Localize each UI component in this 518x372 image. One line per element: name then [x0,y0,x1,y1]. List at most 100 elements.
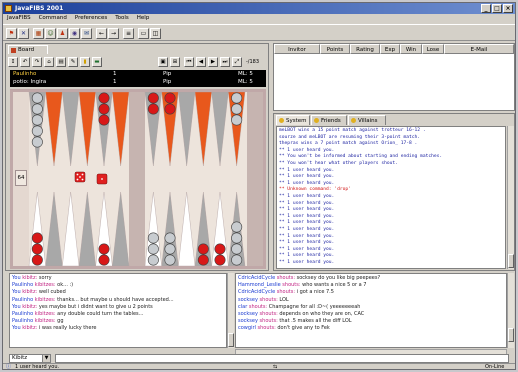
col-invitor[interactable]: Invitor [274,44,320,54]
col-points[interactable]: Points [320,44,350,54]
message-line: ** You won't hear what other players sho… [279,160,398,166]
screenshot-icon[interactable]: ▣ [158,57,168,67]
command-type-value: Kibitz [12,355,28,361]
checker [214,254,226,266]
col-win[interactable]: Win [400,44,422,54]
expand-icon[interactable]: ⤢ [232,57,242,67]
chat-text: that .5 makes all the diff LOL [277,318,352,325]
col-email[interactable]: E-Mail [444,44,514,54]
resign-icon[interactable]: ▬ [92,57,102,67]
message-line: ** 1 user heard you. [279,193,335,199]
close-button[interactable]: × [503,4,513,13]
zoom-icon[interactable]: ⊞ [170,57,180,67]
menu-javafibs[interactable]: JavaFIBS [3,14,35,23]
player2-match-length: ML: 5 [238,79,253,85]
checker [147,243,159,255]
maximize-button[interactable]: □ [492,4,502,13]
note-icon[interactable]: ✎ [68,57,78,67]
prev-move-icon[interactable]: ◀ [196,57,206,67]
menu-tools[interactable]: Tools [111,14,133,23]
connection-state: On-Line [485,364,505,370]
system-message-log[interactable]: meLBOT wins a 15 point match against tro… [276,126,506,269]
chart-icon[interactable]: ▤ [56,57,66,67]
next-move-icon[interactable]: ▶ [208,57,218,67]
arrow-right-icon[interactable]: → [108,28,119,39]
disconnect-icon[interactable]: ✕ [18,28,29,39]
checker [31,243,43,255]
checker [31,232,43,244]
pip-icon[interactable]: ⌂ [44,57,54,67]
flip-board-icon[interactable]: ↕ [8,57,18,67]
chat-action: kibitzes: [33,282,56,289]
chat-icon[interactable]: ✉ [81,28,92,39]
settings-icon[interactable]: ≡ [123,28,134,39]
chat-text: Champagne for all :D~( yeeeeeeeah [267,303,361,310]
player-table-header: Invitor Points Rating Exp Win Lose E-Mai… [274,44,514,54]
chat-name: Paulinho [12,310,34,317]
invite-icon[interactable]: ♟ [57,28,68,39]
message-line: ** 1 user heard you. [279,240,335,246]
chat-action: kibitzes: [33,310,56,317]
shout-chat-log[interactable]: CdricAcidCycle shouts: socksey do you li… [235,273,507,348]
message-line: ** 1 user heard you. [279,253,335,259]
message-line: meLBOT wins a 15 point match against tro… [279,128,426,133]
menu-help[interactable]: Help [133,14,154,23]
message-log-scroll-thumb[interactable] [508,254,514,268]
watch-icon[interactable]: ◉ [69,28,80,39]
die-pip [76,178,79,181]
player1-row: Paulinho 1 Pip ML: 5 [13,70,263,78]
tab-villains[interactable]: Villains [348,115,386,125]
tab-system[interactable]: System [276,115,310,125]
col-exp[interactable]: Exp [380,44,400,54]
minimize-button[interactable]: _ [481,4,491,13]
checker [231,254,243,266]
die-pip [101,178,103,180]
tab-friends-label: Friends [321,118,341,124]
score-area: Paulinho 1 Pip ML: 5 potio: Ingira 1 Pip… [10,70,266,87]
arrow-left-icon[interactable]: ← [96,28,107,39]
connect-icon[interactable]: ⚑ [6,28,17,39]
split-window-icon[interactable]: ◫ [150,28,161,39]
chat-action: shouts: [257,310,278,317]
chat-line: socksey shouts: LOL [238,297,504,304]
col-rating[interactable]: Rating [350,44,380,54]
shout-scroll-thumb[interactable] [508,328,514,342]
system-tab-icon [279,118,284,123]
doubling-cube[interactable]: 64 [15,170,27,186]
chat-line: Paulinho kibitzes: any double could turn… [12,311,224,318]
checker [98,243,110,255]
players-icon[interactable]: ☺ [45,28,56,39]
command-input[interactable] [55,354,509,363]
board-icon[interactable]: ▦ [33,28,44,39]
backgammon-board[interactable]: 64 [10,89,266,269]
window-icon[interactable]: ▭ [138,28,149,39]
message-log-scrollbar[interactable] [507,126,514,269]
last-move-icon[interactable]: ⏭ [220,57,230,67]
redo-icon[interactable]: ↷ [32,57,42,67]
command-type-select[interactable]: Kibitz ▼ [9,354,51,363]
undo-icon[interactable]: ↶ [20,57,30,67]
chevron-down-icon: ▼ [42,355,50,362]
tab-board[interactable]: Board [8,45,48,54]
chat-text: well cubed [37,289,66,296]
tab-friends[interactable]: Friends [311,115,347,125]
kibitz-scrollbar[interactable] [227,273,234,348]
tab-villains-label: Villains [358,118,378,124]
double-icon[interactable]: ▮ [80,57,90,67]
shout-scrollbar[interactable] [507,273,514,348]
checker [231,221,243,233]
kibitz-chat-log[interactable]: You kibitz: sorry Paulinho kibitzes: ok..… [9,273,227,348]
die-pip [81,178,84,181]
checker [164,92,176,104]
main-toolbar: ⚑ ✕ ▦ ☺ ♟ ◉ ✉ ← → ≡ ▭ ◫ [3,24,515,41]
checker [31,125,43,137]
chat-action: kibitz: [20,303,38,310]
menu-command[interactable]: Command [35,14,71,23]
checker [164,232,176,244]
chat-name: CdricAcidCycle [238,275,276,281]
col-lose[interactable]: Lose [422,44,444,54]
info-icon: ⓘ [6,364,12,370]
menu-preferences[interactable]: Preferences [71,14,111,23]
kibitz-scroll-thumb[interactable] [228,333,234,347]
first-move-icon[interactable]: ⏮ [184,57,194,67]
